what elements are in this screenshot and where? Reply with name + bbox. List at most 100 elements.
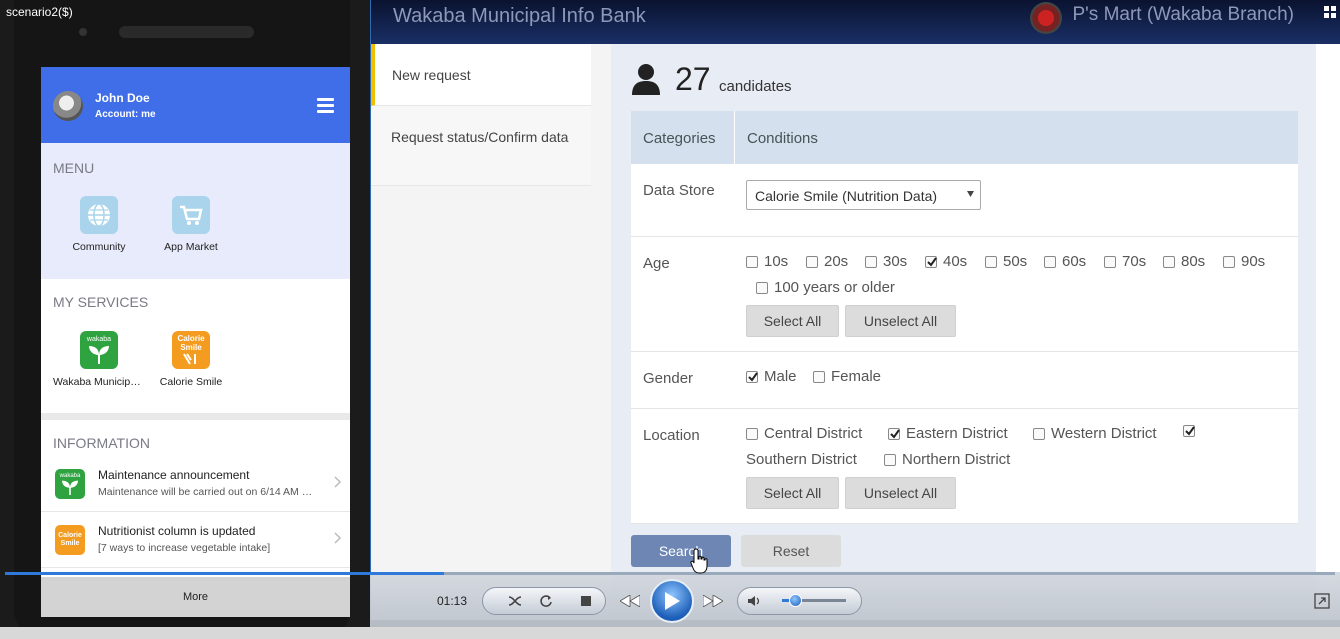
nav-item-request-status[interactable]: Request status/Confirm data: [371, 106, 591, 186]
checkbox[interactable]: [806, 255, 818, 268]
phone-screen: John Doe Account: me MENU Community App …: [41, 67, 350, 617]
cart-icon: [172, 196, 210, 234]
wakaba-logo-text: wakaba: [86, 336, 112, 343]
volume-handle[interactable]: [789, 594, 802, 607]
menu-title: MENU: [53, 160, 95, 176]
information-section: INFORMATION wakaba Maintenance announcem…: [41, 420, 350, 580]
checkbox[interactable]: [1104, 255, 1116, 268]
play-button[interactable]: [650, 579, 694, 623]
rewind-icon[interactable]: [620, 591, 640, 611]
checkbox[interactable]: [1223, 255, 1235, 268]
age-checkbox-90s[interactable]: 90s: [1223, 253, 1265, 270]
service-label: Calorie Smile: [159, 376, 223, 388]
checkbox-checked[interactable]: [888, 427, 900, 440]
menu-item-app-market[interactable]: App Market: [145, 196, 237, 253]
age-checkbox-10s[interactable]: 10s: [746, 253, 788, 270]
location-select-all-button[interactable]: Select All: [746, 477, 839, 509]
site-header: Wakaba Municipal Info Bank P's Mart (Wak…: [371, 0, 1340, 44]
location-unselect-all-button[interactable]: Unselect All: [845, 477, 956, 509]
age-checkbox-50s[interactable]: 50s: [985, 253, 1027, 270]
checkbox-label: 40s: [943, 253, 968, 270]
age-checkbox-80s[interactable]: 80s: [1163, 253, 1205, 270]
row-age: Age 10s 20s 30s 40s 50s 60s 70s 80s 90s …: [631, 237, 1298, 352]
services-section: MY SERVICES wakaba Wakaba Municipal Info…: [41, 279, 350, 413]
checkbox-label: 50s: [1003, 253, 1028, 270]
checkbox[interactable]: [746, 255, 758, 268]
candidate-count: 27: [675, 61, 711, 97]
camera-icon: [79, 28, 87, 36]
menu-item-community[interactable]: Community: [53, 196, 145, 253]
checkbox[interactable]: [813, 370, 825, 383]
fast-forward-icon[interactable]: [703, 591, 723, 611]
gender-checkbox-female[interactable]: Female: [813, 368, 881, 385]
desktop-browser: Wakaba Municipal Info Bank P's Mart (Wak…: [370, 0, 1340, 620]
menu-item-label: App Market: [164, 241, 218, 253]
checkbox[interactable]: [1163, 255, 1175, 268]
age-unselect-all-button[interactable]: Unselect All: [845, 305, 956, 337]
expand-icon[interactable]: [1314, 593, 1330, 609]
checkbox-label: Central District: [764, 425, 863, 442]
checkbox-label: 80s: [1181, 253, 1206, 270]
calorie-smile-logo-text: Calorie Smile: [177, 334, 205, 352]
grid-icon[interactable]: [1324, 6, 1336, 18]
search-button[interactable]: Search: [631, 535, 731, 567]
data-store-select[interactable]: Calorie Smile (Nutrition Data): [746, 180, 981, 210]
service-wakaba[interactable]: wakaba Wakaba Municipal Info Bank: [53, 331, 145, 388]
phone-speaker: [119, 26, 254, 38]
checkbox-label: Eastern District: [906, 425, 1008, 442]
info-item-maintenance[interactable]: wakaba Maintenance announcement Maintena…: [41, 456, 350, 512]
phone-frame: John Doe Account: me MENU Community App …: [14, 0, 350, 639]
checkbox-checked[interactable]: [925, 255, 937, 268]
age-checkbox-60s[interactable]: 60s: [1044, 253, 1086, 270]
calorie-smile-app-icon: Calorie Smile: [172, 331, 210, 369]
row-label: Age: [643, 255, 670, 272]
location-checkbox-eastern[interactable]: Eastern District: [888, 425, 1008, 442]
checkbox[interactable]: [1033, 427, 1045, 440]
age-checkbox-40s[interactable]: 40s: [925, 253, 967, 270]
site-title: Wakaba Municipal Info Bank: [393, 5, 646, 27]
location-checkbox-southern-box[interactable]: [1183, 425, 1201, 437]
checkbox[interactable]: [1044, 255, 1056, 268]
age-checkbox-30s[interactable]: 30s: [865, 253, 907, 270]
menu-item-label: Community: [72, 241, 126, 253]
age-checkbox-20s[interactable]: 20s: [806, 253, 848, 270]
repeat-icon[interactable]: [536, 591, 556, 611]
hamburger-menu-icon[interactable]: [317, 98, 334, 114]
volume-icon[interactable]: [744, 591, 764, 611]
checkbox-label: Northern District: [902, 451, 1011, 468]
avatar[interactable]: [53, 91, 83, 121]
info-title: Maintenance announcement: [98, 468, 250, 482]
row-label: Location: [643, 427, 700, 444]
age-checkbox-100-plus[interactable]: 100 years or older: [756, 279, 895, 296]
location-checkbox-central[interactable]: Central District: [746, 425, 862, 442]
row-gender: Gender Male Female: [631, 352, 1298, 409]
checkbox[interactable]: [865, 255, 877, 268]
info-desc: Maintenance will be carried out on 6/14 …: [98, 486, 318, 498]
age-checkbox-70s[interactable]: 70s: [1104, 253, 1146, 270]
section-divider: [41, 413, 350, 420]
checkbox[interactable]: [746, 427, 758, 440]
nav-item-new-request[interactable]: New request: [371, 44, 591, 106]
shuffle-icon[interactable]: [505, 591, 525, 611]
header-categories: Categories: [643, 130, 716, 147]
checkbox[interactable]: [756, 281, 768, 294]
location-label-southern[interactable]: Southern District: [746, 451, 857, 468]
service-calorie-smile[interactable]: Calorie Smile Calorie Smile: [145, 331, 237, 388]
gender-checkbox-male[interactable]: Male: [746, 368, 797, 385]
checkbox-checked[interactable]: [1183, 425, 1195, 437]
stop-icon[interactable]: [576, 591, 596, 611]
checkbox-label: Female: [831, 368, 882, 385]
location-checkbox-northern[interactable]: Northern District: [884, 451, 1010, 468]
checkbox[interactable]: [985, 255, 997, 268]
services-title: MY SERVICES: [53, 294, 149, 310]
location-checkbox-western[interactable]: Western District: [1033, 425, 1157, 442]
checkbox-label: Western District: [1051, 425, 1157, 442]
header-conditions: Conditions: [747, 130, 818, 147]
information-title: INFORMATION: [53, 435, 150, 451]
info-item-nutritionist[interactable]: Calorie Smile Nutritionist column is upd…: [41, 512, 350, 568]
checkbox[interactable]: [884, 453, 896, 466]
reset-button[interactable]: Reset: [741, 535, 841, 567]
age-select-all-button[interactable]: Select All: [746, 305, 839, 337]
hand-pointer-icon: [690, 548, 708, 574]
checkbox-checked[interactable]: [746, 370, 758, 383]
